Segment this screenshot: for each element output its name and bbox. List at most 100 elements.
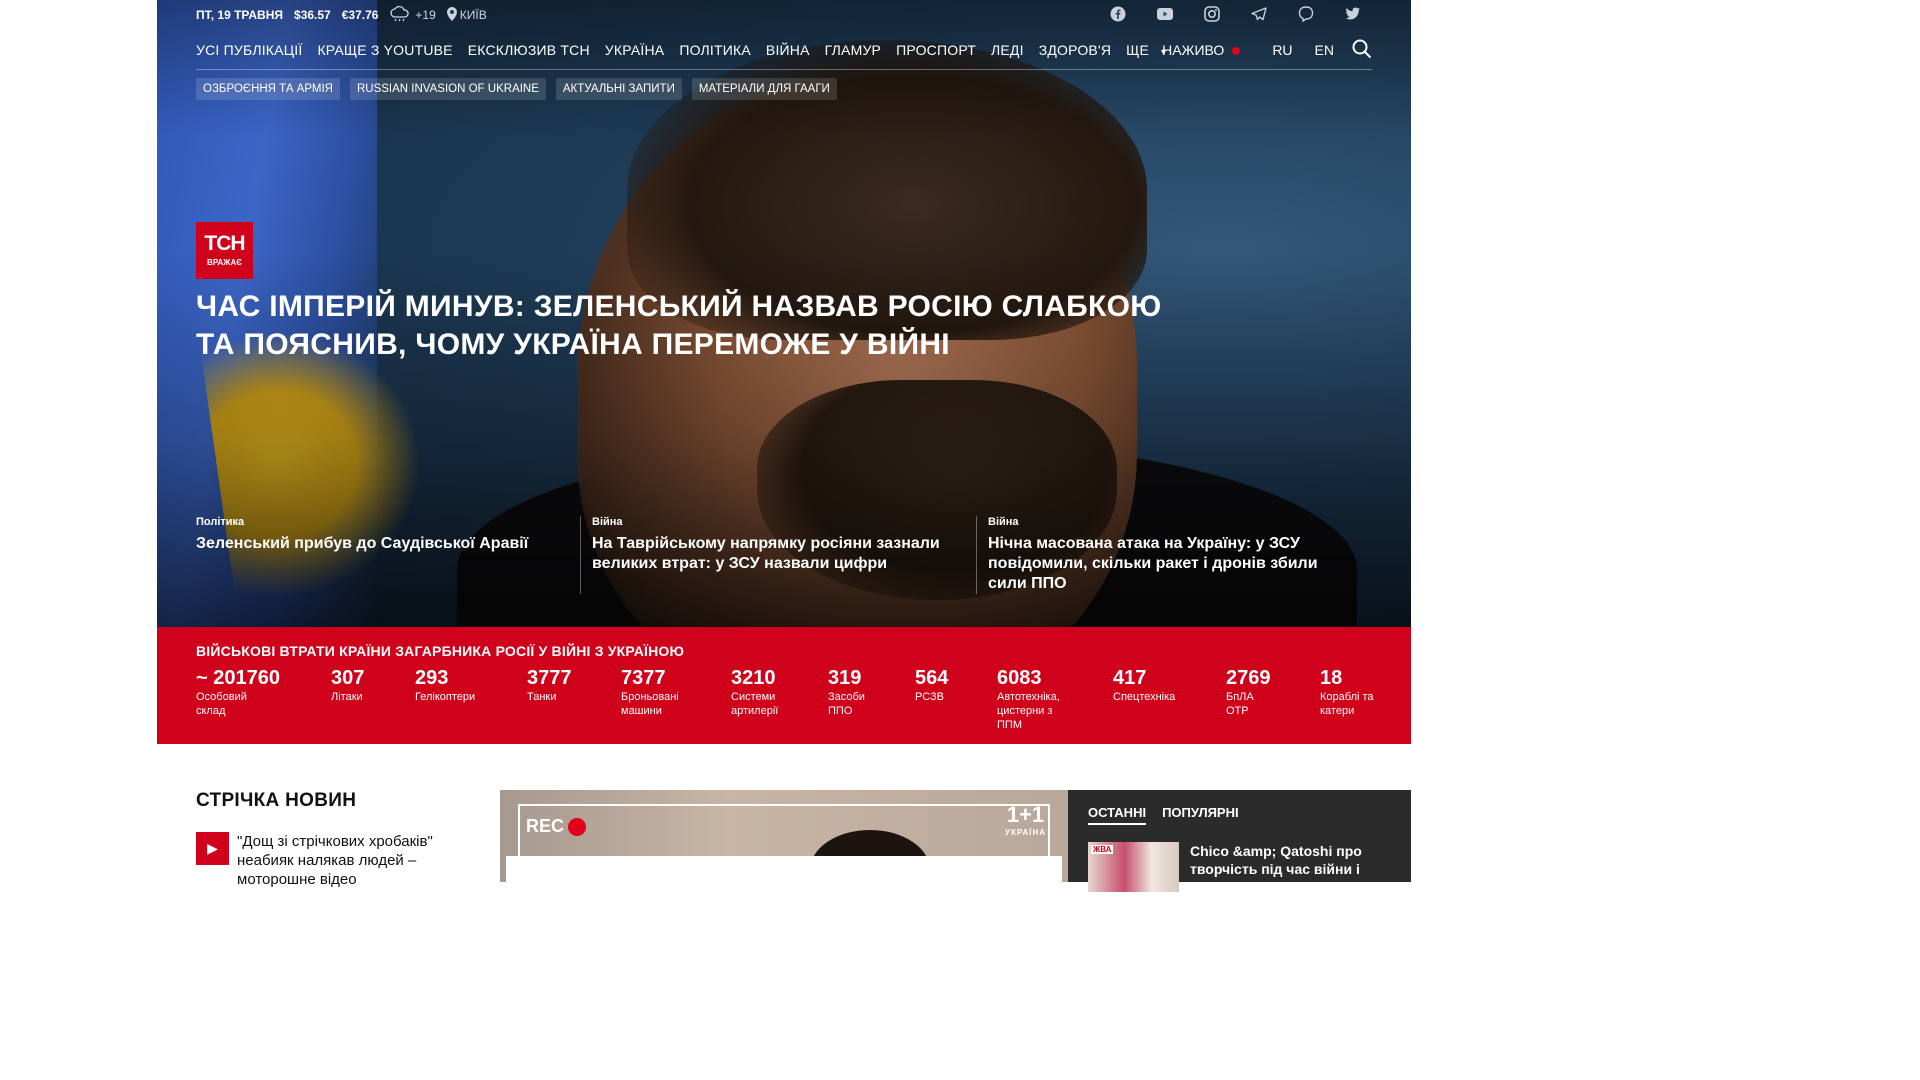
loss-label: Літаки [331,691,363,703]
loss-stat: 3777 Танки [527,667,607,704]
tag-actual[interactable]: АКТУАЛЬНІ ЗАПИТИ [555,78,682,100]
city-label[interactable]: КИЇВ [460,8,487,22]
loss-value: 564 [915,667,949,689]
loss-label: Кораблі та катери [1320,691,1374,717]
lang-ru[interactable]: RU [1272,42,1292,58]
loss-label: Особовий склад [196,691,247,717]
loss-stat: ~ 201760 Особовий склад [196,667,280,718]
sub-article-category: Політика [196,516,245,528]
sub-article-category: Війна [988,516,1019,528]
side-news-title: Chico &amp; Qatoshi про творчість під ча… [1190,843,1362,877]
live-label: НАЖИВО [1162,42,1225,58]
military-losses-panel[interactable]: ВІЙСЬКОВІ ВТРАТИ КРАЇНИ ЗАГАРБНИКА РОСІЇ… [157,627,1411,744]
location-pin-icon [446,6,457,24]
instagram-icon[interactable] [1204,6,1220,22]
loss-value: 319 [828,667,862,689]
telegram-icon[interactable] [1251,6,1267,22]
side-news-item[interactable]: ЖВА Chico &amp; Qatoshi про творчість пі… [1088,842,1390,892]
video-overlay-panel [506,856,1062,882]
nav-item-all[interactable]: УСІ ПУБЛІКАЦІЇ [196,42,302,58]
tsn-logo[interactable]: ТСН ВРАЖАЄ [196,222,253,279]
loss-value: 6083 [997,667,1042,689]
live-link[interactable]: НАЖИВО [1140,42,1241,58]
tag-invasion[interactable]: RUSSIAN INVASION OF UKRAINE [349,78,546,100]
sub-article[interactable]: Війна Нічна масована атака на Україну: у… [976,516,1372,594]
nav-item-prosport[interactable]: ПРОСПОРТ [896,42,976,58]
loss-stat: 564 РСЗВ [915,667,995,704]
loss-stat: 18 Кораблі та катери [1320,667,1376,718]
side-news-thumbnail: ЖВА [1088,842,1179,892]
news-feed-item-title: "Дощ зі стрічкових хробаків" неабияк нал… [237,833,433,888]
loss-stat: 2769 БпЛА ОТР [1226,667,1271,718]
search-icon[interactable] [1352,39,1372,62]
hero-sub-articles: Політика Зеленський прибув до Саудівсько… [196,516,1372,594]
top-info-bar: ПТ, 19 ТРАВНЯ $36.57 €37.76 +19 КИЇВ [196,0,1372,30]
loss-label: Системи артилерії [731,691,779,717]
news-feed-title: СТРІЧКА НОВИН [196,790,357,811]
loss-label: Гелікоптери [415,691,476,703]
nav-item-ukraine[interactable]: УКРАЇНА [605,42,665,58]
temperature: +19 [415,8,436,22]
logo-main: ТСН [204,232,245,255]
nav-item-politics[interactable]: ПОЛІТИКА [679,42,751,58]
nav-item-lady[interactable]: ЛЕДІ [991,42,1024,58]
twitter-icon[interactable] [1345,6,1361,22]
viber-icon[interactable] [1298,6,1314,22]
loss-stat: 293 Гелікоптери [415,667,495,704]
loss-stat: 319 Засоби ППО [828,667,876,718]
nav-item-war[interactable]: ВІЙНА [766,42,810,58]
channel-logo: 1+1 УКРАЇНА [1004,804,1046,842]
lang-en[interactable]: EN [1315,42,1334,58]
loss-stat: 7377 Броньовані машини [621,667,691,718]
loss-label: РСЗВ [915,691,945,703]
sub-article[interactable]: Війна На Таврійському напрямку росіяни з… [580,516,976,594]
logo-sub: ВРАЖАЄ [207,258,242,267]
play-icon: ▶ [196,832,229,865]
usd-rate: $36.57 [294,8,331,22]
loss-value: 3210 [731,667,776,689]
side-tabs: ОСТАННІ ПОПУЛЯРНІ [1088,805,1239,825]
tab-popular[interactable]: ПОПУЛЯРНІ [1162,805,1239,825]
loss-label: Автотехніка, цистерни з ППМ [997,691,1060,731]
facebook-icon[interactable] [1110,6,1126,22]
eur-rate: €37.76 [341,8,379,22]
sub-article-title: На Таврійському напрямку росіяни зазнали… [592,535,940,572]
social-links [1110,6,1372,22]
sub-article-title: Нічна масована атака на Україну: у ЗСУ п… [988,535,1318,592]
loss-value: 7377 [621,667,666,689]
hero-headline[interactable]: ЧАС ІМПЕРІЙ МИНУВ: ЗЕЛЕНСЬКИЙ НАЗВАВ РОС… [196,288,1206,364]
nav-item-exclusive[interactable]: ЕКСКЛЮЗИВ ТСН [468,42,590,58]
nav-right: НАЖИВО RU EN [1118,30,1372,70]
tag-weapons[interactable]: ОЗБРОЄННЯ ТА АРМІЯ [196,78,340,100]
video-player[interactable]: REC 1+1 УКРАЇНА [500,790,1068,882]
loss-stat: 417 Спецтехніка [1113,667,1193,704]
nav-item-glamour[interactable]: ГЛАМУР [825,42,881,58]
sub-article[interactable]: Політика Зеленський прибув до Саудівсько… [196,516,580,594]
loss-value: 2769 [1226,667,1271,689]
rec-indicator: REC [526,816,587,837]
live-dot-icon [1232,47,1241,56]
losses-title: ВІЙСЬКОВІ ВТРАТИ КРАЇНИ ЗАГАРБНИКА РОСІЇ… [196,643,685,659]
channel-sub: УКРАЇНА [1004,828,1046,837]
loss-label: Спецтехніка [1113,691,1176,703]
loss-value: 307 [331,667,365,689]
tag-hague[interactable]: МАТЕРІАЛИ ДЛЯ ГААГИ [691,78,837,100]
loss-value: ~ 201760 [196,667,280,689]
sub-article-category: Війна [592,516,623,528]
loss-label: БпЛА ОТР [1226,691,1254,717]
loss-value: 3777 [527,667,572,689]
tab-latest[interactable]: ОСТАННІ [1088,805,1147,825]
loss-stat: 3210 Системи артилерії [731,667,793,718]
youtube-icon[interactable] [1157,6,1173,22]
nav-item-health[interactable]: ЗДОРОВ'Я [1039,42,1111,58]
loss-label: Танки [527,691,557,703]
loss-value: 417 [1113,667,1147,689]
loss-value: 293 [415,667,449,689]
cloud-rain-icon [389,5,411,25]
tag-list: ОЗБРОЄННЯ ТА АРМІЯ RUSSIAN INVASION OF U… [196,78,837,100]
date-label: ПТ, 19 ТРАВНЯ [196,8,284,22]
news-feed-item[interactable]: ▶ "Дощ зі стрічкових хробаків" неабияк н… [196,832,456,889]
loss-label: Броньовані машини [621,691,679,717]
nav-item-youtube[interactable]: КРАЩЕ З YOUTUBE [317,42,452,58]
main-nav: УСІ ПУБЛІКАЦІЇ КРАЩЕ З YOUTUBE ЕКСКЛЮЗИВ… [196,30,1372,70]
